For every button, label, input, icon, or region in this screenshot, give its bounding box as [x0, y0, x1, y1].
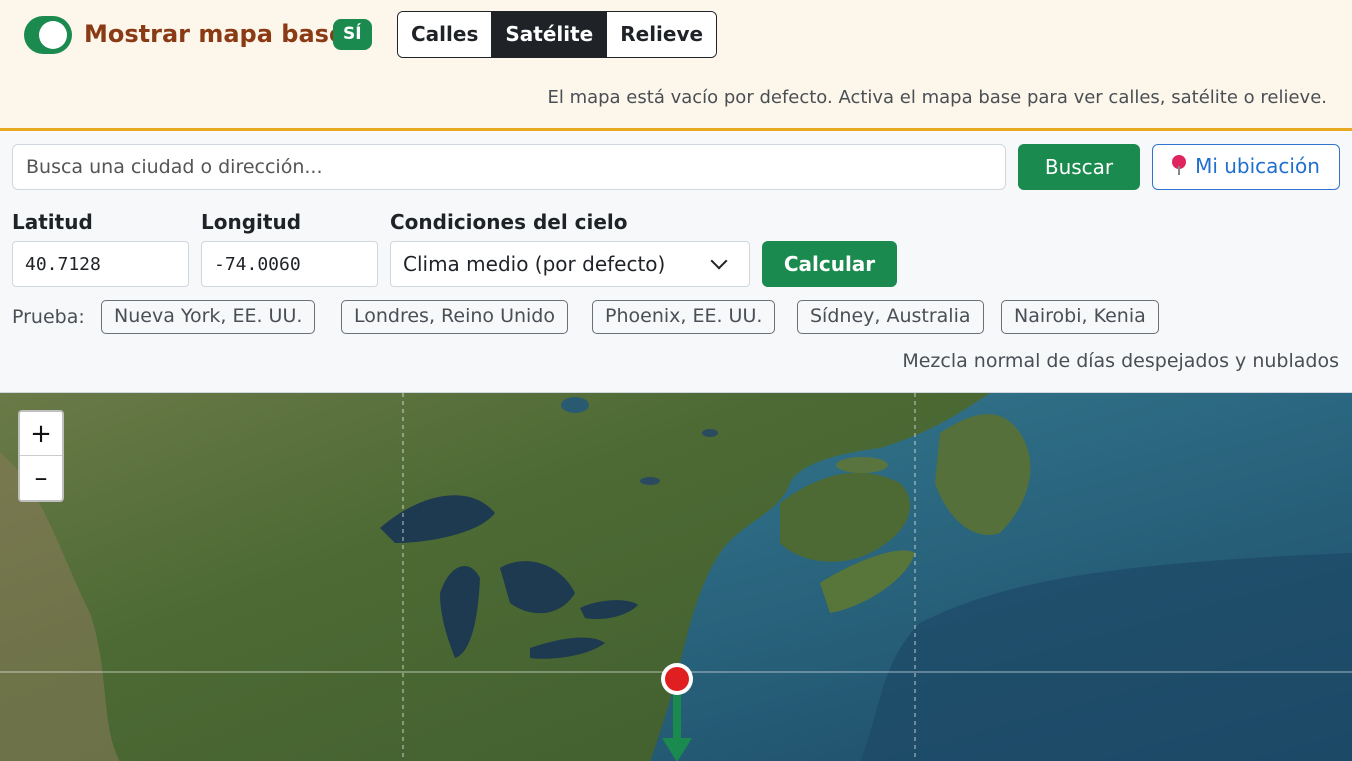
layer-button-satelite[interactable]: Satélite	[492, 12, 608, 57]
layer-button-calles[interactable]: Calles	[398, 12, 493, 57]
preset-chip-sydney[interactable]: Sídney, Australia	[797, 300, 984, 334]
search-input[interactable]	[12, 144, 1006, 190]
longitude-label: Longitud	[201, 210, 302, 234]
preset-chip-phoenix[interactable]: Phoenix, EE. UU.	[592, 300, 776, 334]
basemap-toggle[interactable]	[24, 16, 72, 54]
layer-selector: Calles Satélite Relieve	[397, 11, 718, 58]
calculate-button[interactable]: Calcular	[762, 241, 897, 287]
basemap-note: El mapa está vacío por defecto. Activa e…	[547, 87, 1327, 108]
my-location-button[interactable]: Mi ubicación	[1152, 144, 1340, 190]
toggle-state-badge: SÍ	[333, 19, 372, 50]
longitude-input[interactable]	[201, 241, 378, 287]
chevron-down-icon	[710, 252, 728, 270]
preset-chip-nairobi[interactable]: Nairobi, Kenia	[1001, 300, 1159, 334]
layer-button-relieve[interactable]: Relieve	[607, 12, 717, 57]
try-label: Prueba:	[12, 306, 85, 328]
zoom-in-button[interactable]: +	[20, 412, 62, 456]
sky-conditions-select[interactable]: Clima medio (por defecto)	[390, 241, 750, 287]
latitude-label: Latitud	[12, 210, 93, 234]
preset-chip-new-york[interactable]: Nueva York, EE. UU.	[101, 300, 316, 334]
map-canvas[interactable]	[0, 392, 1352, 761]
zoom-out-button[interactable]: –	[20, 456, 62, 500]
search-button[interactable]: Buscar	[1018, 144, 1140, 190]
pin-icon	[1172, 155, 1187, 175]
satellite-basemap	[0, 393, 1352, 761]
sky-condition-description: Mezcla normal de días despejados y nubla…	[902, 350, 1339, 372]
preset-chip-london[interactable]: Londres, Reino Unido	[341, 300, 568, 334]
sky-conditions-value: Clima medio (por defecto)	[403, 252, 666, 276]
toggle-knob	[39, 21, 67, 49]
basemap-banner: Mostrar mapa base SÍ Calles Satélite Rel…	[0, 0, 1352, 131]
zoom-control: + –	[18, 410, 64, 502]
sky-conditions-label: Condiciones del cielo	[390, 210, 628, 234]
my-location-label: Mi ubicación	[1195, 154, 1320, 178]
latitude-input[interactable]	[12, 241, 189, 287]
basemap-toggle-label: Mostrar mapa base	[84, 20, 346, 48]
